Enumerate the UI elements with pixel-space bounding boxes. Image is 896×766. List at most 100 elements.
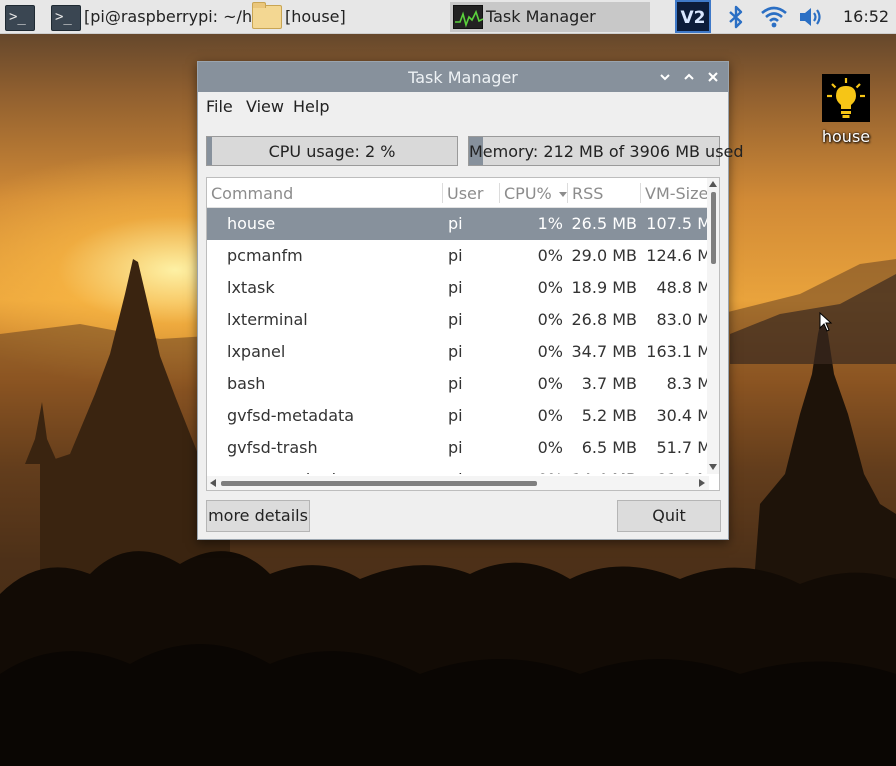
process-cpu: 0% — [537, 342, 563, 361]
process-row[interactable]: lxtask pi 0% 18.9 MB 48.8 M — [207, 272, 709, 304]
process-user: pi — [448, 278, 463, 297]
column-cpu[interactable]: CPU% — [504, 184, 569, 203]
desktop-icon-house[interactable]: house — [818, 74, 874, 150]
horizontal-scroll-thumb[interactable] — [221, 481, 537, 486]
mouse-cursor-icon — [819, 312, 833, 332]
process-vm-size: 83.0 M — [656, 310, 709, 329]
process-cpu: 0% — [537, 278, 563, 297]
process-command: lxtask — [227, 278, 275, 297]
more-details-button[interactable]: more details — [206, 500, 310, 532]
process-rss: 34.7 MB — [571, 342, 638, 361]
memory-usage-text: Memory: 212 MB of 3906 MB used — [469, 142, 744, 161]
column-divider[interactable] — [567, 183, 568, 203]
column-command[interactable]: Command — [211, 184, 293, 203]
scroll-left-icon[interactable] — [210, 479, 216, 487]
process-user: pi — [448, 470, 463, 474]
process-cpu: 0% — [537, 406, 563, 425]
menu-view[interactable]: View — [246, 97, 284, 116]
process-user: pi — [448, 246, 463, 265]
process-user: pi — [448, 406, 463, 425]
column-vm-size[interactable]: VM-Size — [645, 184, 708, 203]
taskbar: >_ >_ [pi@raspberrypi: ~/ho... [house] T… — [0, 0, 896, 34]
task-manager-window: Task Manager File View Help CPU usage: 2… — [197, 61, 744, 540]
process-user: pi — [448, 374, 463, 393]
process-rss: 29.0 MB — [571, 246, 638, 265]
process-cpu: 0% — [507, 470, 563, 474]
taskbar-task-label: [pi@raspberrypi: ~/ho... — [84, 7, 277, 26]
window-title: Task Manager — [408, 68, 518, 87]
process-rss: 14.4 MB — [567, 470, 638, 474]
column-divider[interactable] — [442, 183, 443, 203]
process-command: house — [227, 214, 276, 233]
scroll-up-icon[interactable] — [709, 181, 717, 187]
process-rss: 6.5 MB — [581, 438, 637, 457]
process-rss: 26.5 MB — [571, 214, 638, 233]
process-row[interactable]: pcmanfm pi 0% 29.0 MB 124.6 M — [207, 240, 709, 272]
process-row[interactable]: gvfsd-trash pi 0% 6.5 MB 51.7 M — [207, 432, 709, 464]
taskbar-task-terminal[interactable]: >_ [pi@raspberrypi: ~/ho... — [48, 2, 277, 32]
process-cpu: 0% — [537, 438, 563, 457]
memory-usage-bar: Memory: 212 MB of 3906 MB used — [468, 136, 744, 166]
folder-icon — [252, 2, 282, 29]
scroll-down-icon[interactable] — [709, 464, 717, 470]
menu-help[interactable]: Help — [293, 97, 329, 116]
process-vm-size: 48.8 M — [656, 278, 709, 297]
process-command: menu-cached — [227, 470, 336, 474]
process-row[interactable]: lxpanel pi 0% 34.7 MB 163.1 M — [207, 336, 709, 368]
minimize-button[interactable] — [655, 67, 675, 87]
process-row[interactable]: lxterminal pi 0% 26.8 MB 83.0 M — [207, 304, 709, 336]
column-divider[interactable] — [499, 183, 500, 203]
quit-button[interactable]: Quit — [617, 500, 721, 532]
process-vm-size: 51.7 M — [656, 438, 709, 457]
task-manager-icon — [453, 5, 484, 29]
process-command: lxpanel — [227, 342, 286, 361]
process-vm-size: 81.0 M — [645, 470, 709, 474]
process-vm-size: 163.1 M — [646, 342, 709, 361]
vnc-icon[interactable]: V2 — [675, 0, 711, 33]
process-cpu: 1% — [537, 214, 563, 233]
process-rss: 3.7 MB — [581, 374, 637, 393]
close-button[interactable] — [703, 67, 723, 87]
process-vm-size: 30.4 M — [656, 406, 709, 425]
terminal-icon: >_ — [5, 5, 35, 31]
process-command: bash — [227, 374, 266, 393]
process-vm-size: 8.3 M — [666, 374, 709, 393]
column-divider[interactable] — [640, 183, 641, 203]
lightbulb-icon — [822, 74, 870, 122]
taskbar-task-task-manager[interactable]: Task Manager — [450, 2, 650, 32]
desktop-icon-label: house — [821, 127, 871, 146]
process-cpu: 0% — [537, 374, 563, 393]
cpu-usage-text: CPU usage: 2 % — [268, 142, 396, 161]
window-titlebar[interactable]: Task Manager — [198, 62, 728, 92]
process-rss: 18.9 MB — [571, 278, 638, 297]
column-user[interactable]: User — [447, 184, 483, 203]
taskbar-task-file-manager[interactable]: [house] — [250, 2, 448, 32]
taskbar-task-label: [house] — [285, 7, 346, 26]
scroll-right-icon[interactable] — [699, 479, 705, 487]
process-row[interactable]: menu-cached pi 0% 14.4 MB 81.0 M — [207, 464, 709, 474]
taskbar-task-label: Task Manager — [486, 7, 596, 26]
vertical-scrollbar[interactable] — [707, 178, 719, 474]
process-user: pi — [448, 342, 463, 361]
process-vm-size: 107.5 M — [646, 214, 709, 233]
process-cpu: 0% — [537, 246, 563, 265]
process-row[interactable]: bash pi 0% 3.7 MB 8.3 M — [207, 368, 709, 400]
vertical-scroll-thumb[interactable] — [711, 192, 716, 264]
menu-file[interactable]: File — [206, 97, 233, 116]
process-command: lxterminal — [227, 310, 308, 329]
wifi-icon[interactable] — [760, 4, 788, 30]
bluetooth-icon[interactable] — [722, 4, 750, 30]
volume-icon[interactable] — [797, 4, 825, 30]
horizontal-scrollbar[interactable] — [207, 476, 709, 490]
process-user: pi — [448, 438, 463, 457]
maximize-button[interactable] — [679, 67, 699, 87]
column-rss[interactable]: RSS — [572, 184, 603, 203]
column-cpu-label: CPU% — [504, 184, 552, 203]
process-vm-size: 124.6 M — [646, 246, 709, 265]
terminal-launcher-button[interactable]: >_ — [2, 2, 36, 31]
clock[interactable]: 16:52 — [843, 7, 889, 26]
process-table-header: Command User CPU% RSS VM-Size — [207, 178, 709, 208]
process-row[interactable]: house pi 1% 26.5 MB 107.5 M — [207, 208, 709, 240]
process-row[interactable]: gvfsd-metadata pi 0% 5.2 MB 30.4 M — [207, 400, 709, 432]
process-rss: 5.2 MB — [581, 406, 637, 425]
